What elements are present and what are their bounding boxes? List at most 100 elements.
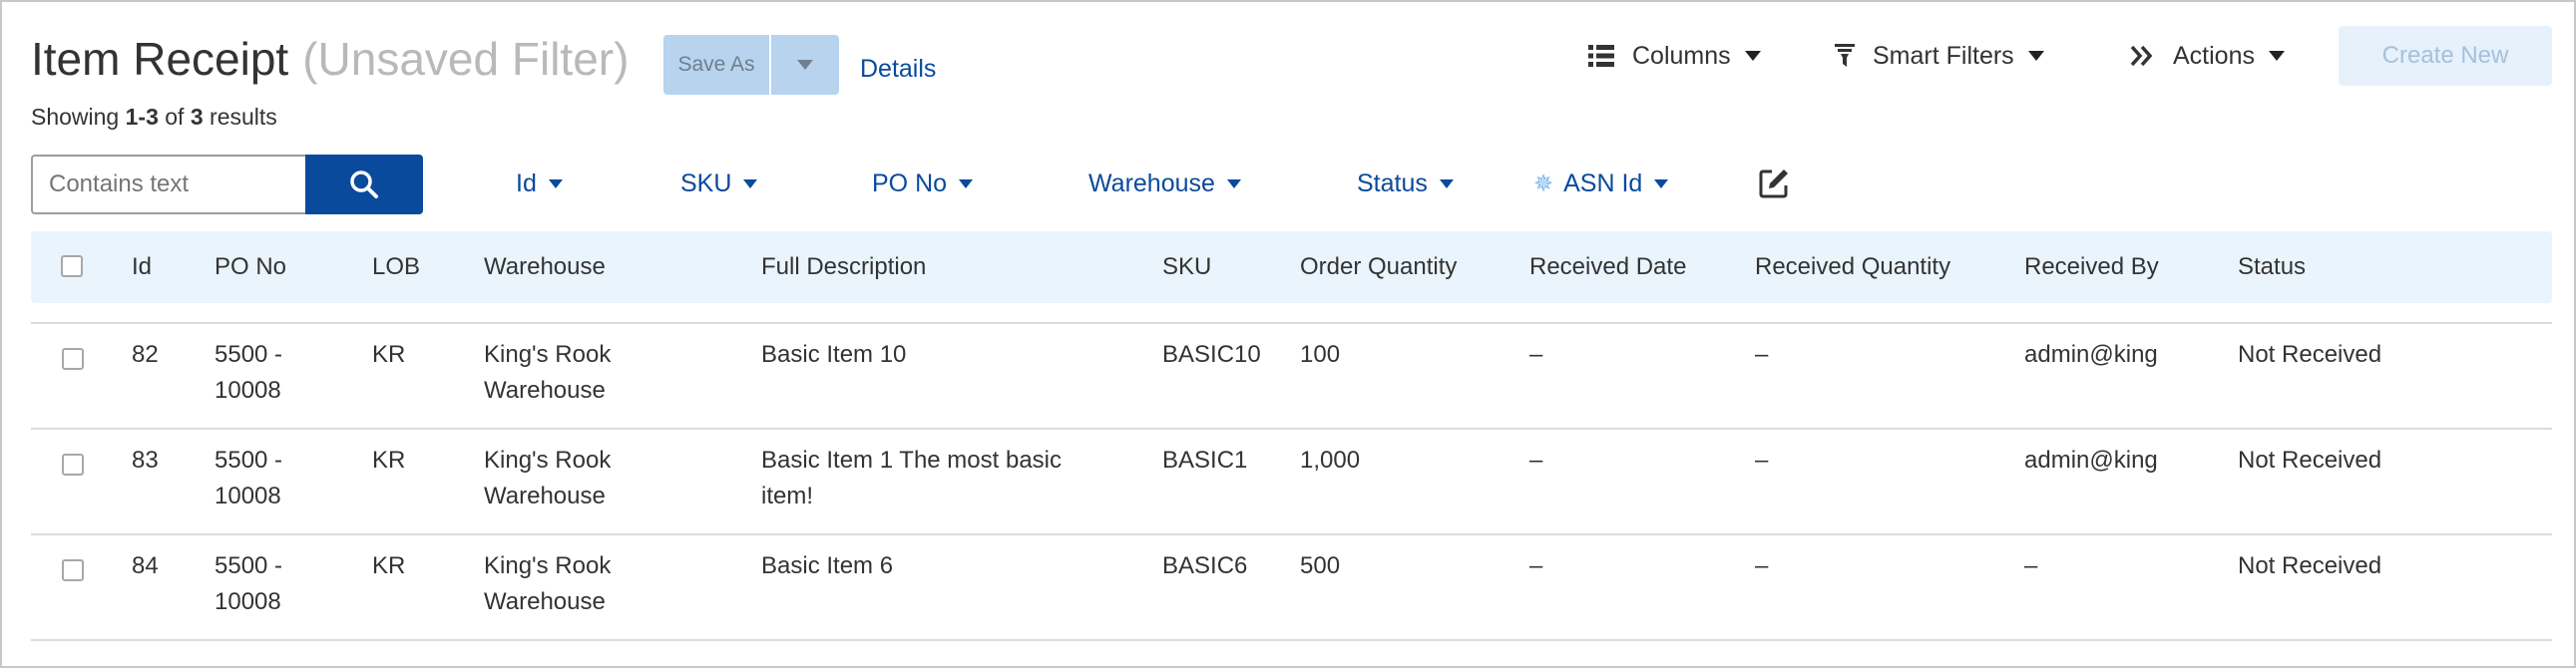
cell-po-no-line2: 10008 [215, 377, 281, 404]
filter-state-label: (Unsaved Filter) [302, 33, 630, 85]
cell-received-by: – [2024, 552, 2038, 579]
edit-icon [1759, 169, 1788, 198]
results-prefix: Showing [31, 104, 126, 130]
save-as-split-button: Save As [663, 35, 839, 95]
column-header-id[interactable]: Id [132, 253, 152, 281]
column-header-po-no[interactable]: PO No [215, 253, 286, 281]
cell-warehouse-line2: Warehouse [484, 377, 606, 404]
search-input[interactable] [31, 155, 306, 214]
details-link[interactable]: Details [860, 55, 936, 84]
column-header-status[interactable]: Status [2238, 253, 2306, 281]
results-range: 1-3 [125, 104, 159, 130]
cell-description-line2: item! [761, 483, 814, 509]
column-header-warehouse[interactable]: Warehouse [484, 253, 606, 281]
cell-po-no-line2: 10008 [215, 483, 281, 509]
chevron-down-icon [548, 179, 563, 188]
row-divider [31, 322, 2552, 324]
cell-lob: KR [372, 552, 406, 579]
filter-label: ASN Id [1563, 169, 1643, 197]
filter-asn-id[interactable]: ✵ ASN Id [1533, 169, 1669, 198]
cell-warehouse-line2: Warehouse [484, 588, 606, 615]
filter-status[interactable]: Status [1357, 169, 1454, 198]
column-header-received-date[interactable]: Received Date [1529, 253, 1686, 281]
row-checkbox[interactable] [62, 559, 84, 581]
filter-sku[interactable]: SKU [680, 169, 758, 198]
filter-label: Warehouse [1088, 169, 1215, 197]
funnel-icon [1835, 44, 1855, 68]
search-button[interactable] [305, 155, 423, 214]
cell-warehouse-line1: King's Rook [484, 341, 612, 368]
list-icon [1588, 44, 1614, 68]
search-icon [350, 170, 378, 198]
cell-description-line1: Basic Item 6 [761, 552, 894, 579]
row-checkbox[interactable] [62, 454, 84, 476]
filter-label: Id [516, 169, 537, 197]
actions-menu-button[interactable]: Actions [2129, 38, 2285, 74]
column-header-full-description[interactable]: Full Description [761, 253, 926, 281]
cell-lob: KR [372, 447, 406, 474]
cell-order-quantity: 1,000 [1300, 447, 1361, 474]
cell-status: Not Received [2238, 552, 2382, 579]
results-of: of [158, 104, 191, 130]
chevron-down-icon [797, 60, 813, 70]
results-summary: Showing 1-3 of 3 results [31, 104, 277, 131]
save-as-button[interactable]: Save As [663, 35, 771, 95]
filter-label: Status [1357, 169, 1428, 197]
chevron-down-icon [1439, 179, 1454, 188]
cell-warehouse-line2: Warehouse [484, 483, 606, 509]
column-header-received-by[interactable]: Received By [2024, 253, 2159, 281]
columns-label: Columns [1632, 41, 1731, 70]
column-header-received-quantity[interactable]: Received Quantity [1755, 253, 1950, 281]
cell-warehouse-line1: King's Rook [484, 447, 612, 474]
columns-menu-button[interactable]: Columns [1588, 38, 1761, 74]
select-all-checkbox[interactable] [61, 255, 83, 277]
cell-sku: BASIC6 [1162, 552, 1248, 579]
chevron-down-icon [959, 179, 974, 188]
row-divider [31, 428, 2552, 430]
chevron-down-icon [1654, 179, 1669, 188]
cell-status: Not Received [2238, 341, 2382, 368]
cell-id: 82 [132, 341, 159, 368]
cell-order-quantity: 100 [1300, 341, 1341, 368]
page-header: Item Receipt (Unsaved Filter) [31, 32, 629, 86]
double-chevron-right-icon [2129, 44, 2155, 68]
cell-received-quantity: – [1755, 341, 1769, 368]
cell-order-quantity: 500 [1300, 552, 1341, 579]
cell-received-date: – [1529, 447, 1543, 474]
cell-received-by: admin@king [2024, 341, 2158, 368]
cell-description-line1: Basic Item 10 [761, 341, 907, 368]
filter-label: SKU [680, 169, 732, 197]
chevron-down-icon [743, 179, 758, 188]
save-as-dropdown-toggle[interactable] [771, 35, 839, 95]
results-suffix: results [203, 104, 277, 130]
cell-lob: KR [372, 341, 406, 368]
filter-label: PO No [872, 169, 948, 197]
filter-po-no[interactable]: PO No [872, 169, 974, 198]
column-header-sku[interactable]: SKU [1162, 253, 1211, 281]
snowflake-icon: ✵ [1533, 170, 1554, 197]
row-checkbox[interactable] [62, 348, 84, 370]
cell-po-no-line2: 10008 [215, 588, 281, 615]
cell-status: Not Received [2238, 447, 2382, 474]
cell-warehouse-line1: King's Rook [484, 552, 612, 579]
cell-po-no-line1: 5500 - [215, 552, 283, 579]
filter-id[interactable]: Id [516, 169, 563, 198]
row-divider [31, 533, 2552, 535]
column-header-lob[interactable]: LOB [372, 253, 420, 281]
column-header-order-quantity[interactable]: Order Quantity [1300, 253, 1457, 281]
chevron-down-icon [2027, 51, 2044, 61]
actions-label: Actions [2173, 41, 2255, 70]
filter-warehouse[interactable]: Warehouse [1088, 169, 1241, 198]
edit-filters-button[interactable] [1758, 167, 1790, 199]
create-new-button[interactable]: Create New [2339, 26, 2552, 86]
chevron-down-icon [2268, 51, 2285, 61]
chevron-down-icon [1226, 179, 1241, 188]
smart-filters-menu-button[interactable]: Smart Filters [1835, 38, 2044, 74]
chevron-down-icon [1744, 51, 1761, 61]
cell-po-no-line1: 5500 - [215, 447, 283, 474]
results-total: 3 [190, 104, 204, 130]
cell-sku: BASIC10 [1162, 341, 1261, 368]
cell-received-quantity: – [1755, 552, 1769, 579]
cell-po-no-line1: 5500 - [215, 341, 283, 368]
smart-filters-label: Smart Filters [1873, 41, 2014, 70]
